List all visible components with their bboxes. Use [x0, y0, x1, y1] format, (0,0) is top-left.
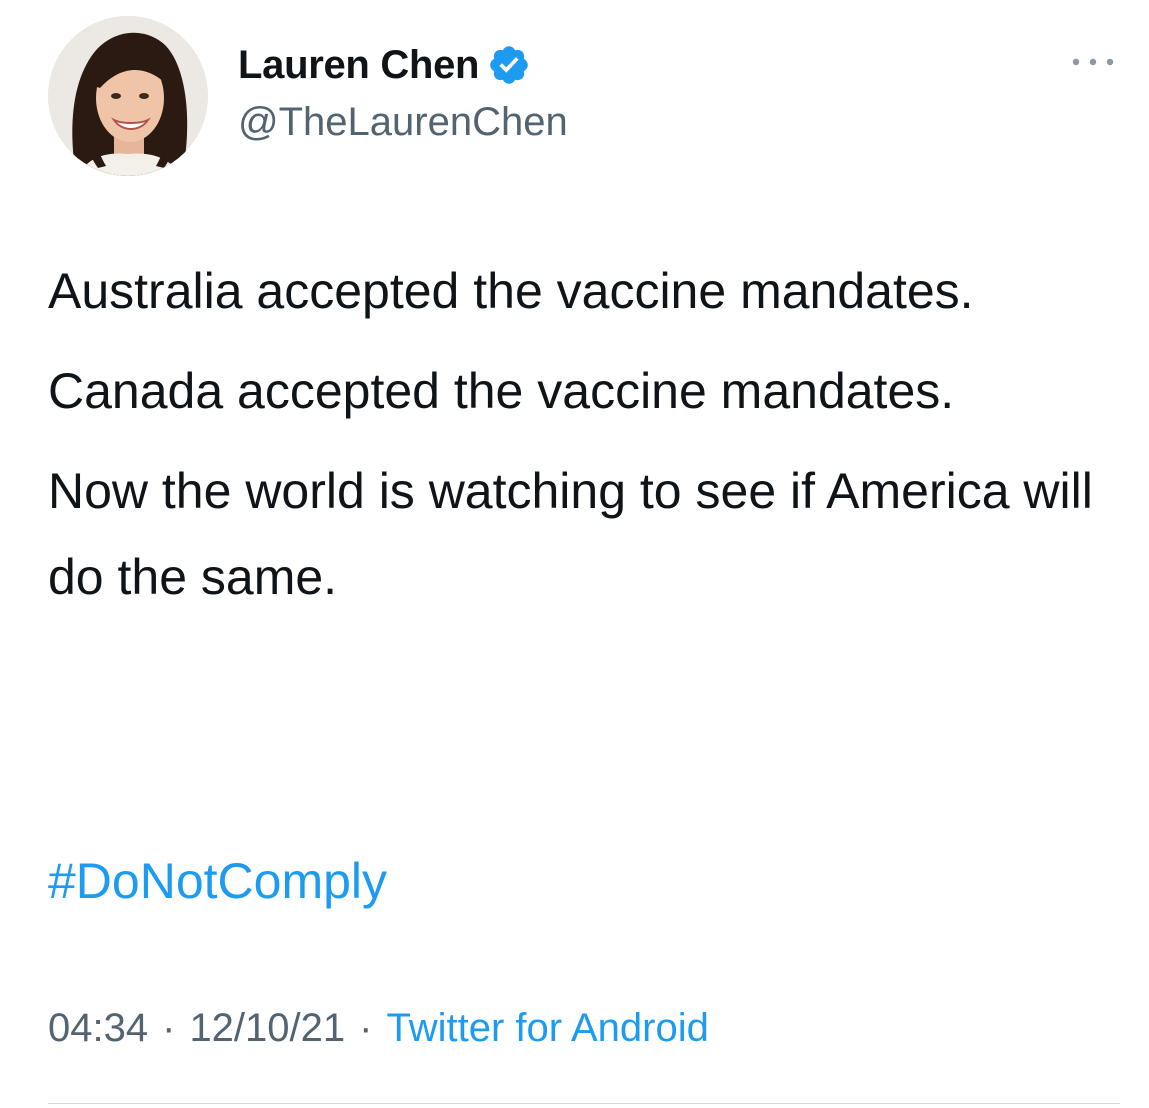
tweet-text: Australia accepted the vaccine mandates.…	[48, 248, 1118, 634]
meta-separator: ·	[162, 1006, 176, 1050]
profile-photo-icon	[48, 16, 208, 176]
divider	[48, 1103, 1120, 1104]
tweet-source-link[interactable]: Twitter for Android	[386, 1006, 708, 1051]
author-avatar[interactable]	[48, 16, 208, 176]
author-name-row[interactable]: Lauren Chen	[238, 40, 531, 90]
more-options-icon[interactable]	[1068, 52, 1118, 72]
hashtag-link[interactable]: #DoNotComply	[48, 852, 387, 910]
author-handle[interactable]: @TheLaurenChen	[238, 100, 568, 145]
tweet-metadata: 04:34 · 12/10/21 · Twitter for Android	[48, 1006, 709, 1051]
tweet-paragraph: Australia accepted the vaccine mandates.	[48, 263, 974, 319]
tweet-paragraph: Canada accepted the vaccine mandates.	[48, 363, 955, 419]
tweet-time[interactable]: 04:34	[48, 1006, 148, 1051]
tweet-date[interactable]: 12/10/21	[189, 1006, 345, 1051]
tweet-card: Lauren Chen @TheLaurenChen Australia acc…	[0, 0, 1149, 1108]
verified-badge-icon	[487, 43, 531, 87]
meta-separator: ·	[359, 1006, 373, 1050]
author-name[interactable]: Lauren Chen	[238, 43, 479, 88]
tweet-paragraph: Now the world is watching to see if Amer…	[48, 463, 1093, 605]
